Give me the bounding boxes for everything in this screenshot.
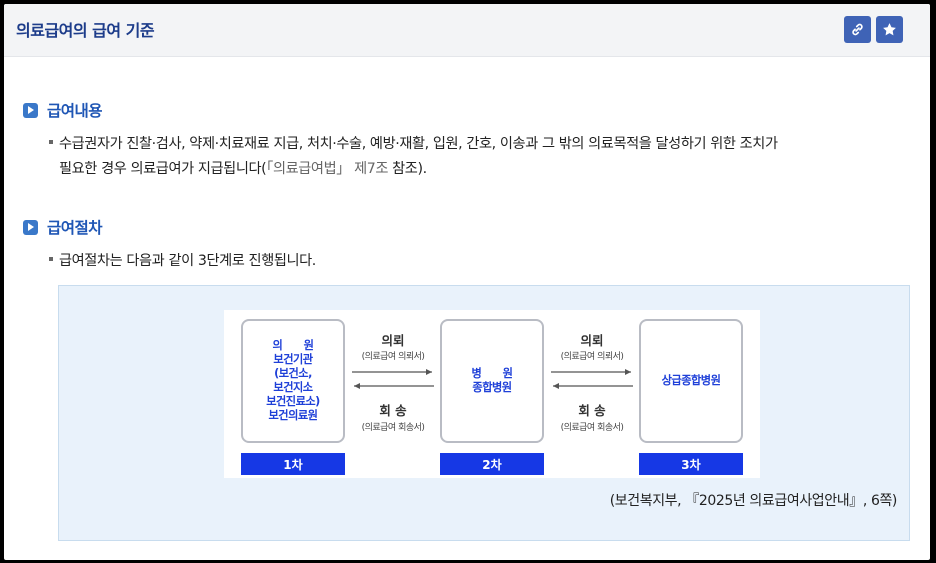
- bookmark-button[interactable]: [876, 16, 903, 43]
- page-title: 의료급여의 급여 기준: [16, 21, 155, 40]
- connector-2-3: 의뢰 (의료급여 의뢰서) 회 송 (의료급여 회송서): [547, 310, 637, 478]
- section-heading-benefit-content: 급여내용: [23, 99, 103, 121]
- section-heading-benefit-procedure: 급여절차: [23, 216, 103, 238]
- return-sub-label: (의료급여 회송서): [361, 423, 425, 433]
- refer-label: 의뢰: [580, 333, 604, 348]
- benefit-procedure-text: 급여절차는 다음과 같이 3단계로 진행됩니다.: [49, 249, 316, 274]
- refer-sub-label: (의료급여 의뢰서): [560, 352, 624, 362]
- connector-1-2: 의뢰 (의료급여 의뢰서) 회 송 (의료급여 회송서): [348, 310, 438, 478]
- star-icon: [883, 23, 896, 36]
- square-bullet-icon: [49, 140, 53, 144]
- section-arrow-icon: [23, 219, 38, 235]
- bidirectional-arrows-icon: [551, 369, 633, 389]
- law-reference: 「의료급여법」 제7조: [266, 161, 389, 177]
- stage1-badge: 1차: [241, 453, 345, 475]
- text-line: 급여절차는 다음과 같이 3단계로 진행됩니다.: [59, 253, 316, 269]
- node-label: 의 원 보건기관 (보건소, 보건지소 보건진료소) 보건의료원: [266, 339, 320, 422]
- node-label: 병 원 종합병원: [471, 367, 513, 394]
- stage2-node: 병 원 종합병원: [440, 319, 544, 443]
- stage2-badge: 2차: [440, 453, 544, 475]
- text-line: 참조).: [388, 161, 427, 177]
- procedure-figure: 의 원 보건기관 (보건소, 보건지소 보건진료소) 보건의료원 1차 병 원 …: [58, 285, 910, 541]
- section-title: 급여내용: [47, 102, 103, 120]
- procedure-diagram: 의 원 보건기관 (보건소, 보건지소 보건진료소) 보건의료원 1차 병 원 …: [224, 310, 760, 478]
- refer-label: 의뢰: [381, 333, 405, 348]
- page-header: 의료급여의 급여 기준: [4, 4, 930, 57]
- return-label: 회 송: [379, 403, 407, 418]
- square-bullet-icon: [49, 257, 53, 261]
- stage3-badge: 3차: [639, 453, 743, 475]
- refer-sub-label: (의료급여 의뢰서): [361, 352, 425, 362]
- return-label: 회 송: [578, 403, 606, 418]
- node-label: 상급종합병원: [661, 374, 721, 387]
- bidirectional-arrows-icon: [352, 369, 434, 389]
- section-arrow-icon: [23, 102, 38, 118]
- content-panel: 의료급여의 급여 기준 급여내용 수급권자가 진찰·검사, 약제·치료재료 지급…: [4, 4, 930, 560]
- link-icon: [852, 23, 863, 36]
- return-sub-label: (의료급여 회송서): [560, 423, 624, 433]
- copy-link-button[interactable]: [844, 16, 871, 43]
- figure-source-caption: (보건복지부, 『2025년 의료급여사업안내』, 6쪽): [609, 493, 898, 509]
- stage1-node: 의 원 보건기관 (보건소, 보건지소 보건진료소) 보건의료원: [241, 319, 345, 443]
- stage3-node: 상급종합병원: [639, 319, 743, 443]
- text-line: 필요한 경우 의료급여가 지급됩니다(: [59, 161, 267, 177]
- text-line: 수급권자가 진찰·검사, 약제·치료재료 지급, 처치·수술, 예방·재활, 입…: [59, 136, 778, 152]
- benefit-content-text: 수급권자가 진찰·검사, 약제·치료재료 지급, 처치·수술, 예방·재활, 입…: [49, 132, 778, 182]
- section-title: 급여절차: [47, 219, 103, 237]
